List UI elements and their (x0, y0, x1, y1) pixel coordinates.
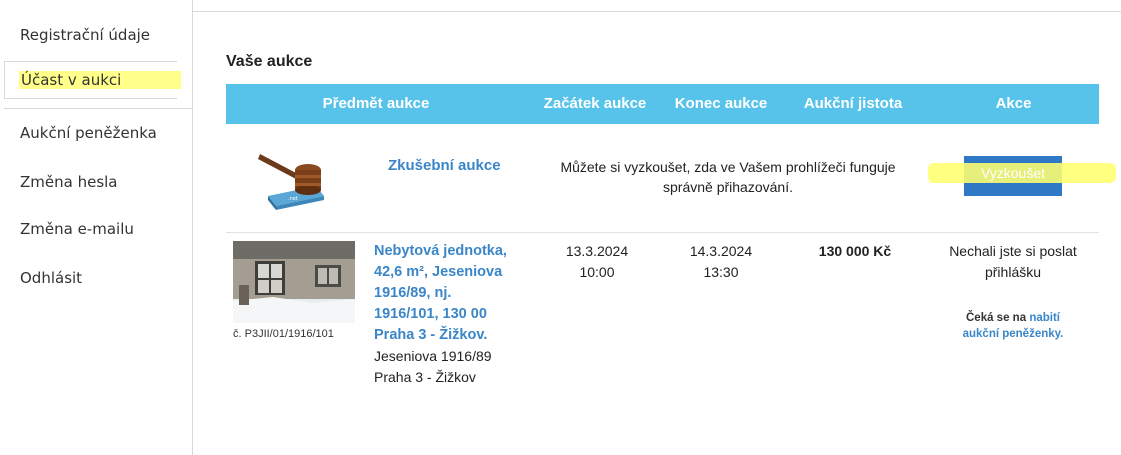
status-line: Nechali jste si poslat (949, 243, 1077, 259)
title-line[interactable]: Praha 3 - Žižkov. (374, 325, 524, 346)
wallet-link[interactable]: nabití (1029, 312, 1060, 324)
address-line: Praha 3 - Žižkov (374, 369, 476, 385)
title-line[interactable]: Nebytová jednotka, (374, 241, 524, 262)
auction-title-link[interactable]: Nebytová jednotka, 42,6 m², Jeseniova 19… (374, 241, 524, 346)
title-line[interactable]: 1916/101, 130 00 (374, 304, 524, 325)
deposit-value: 130 000 Kč (818, 243, 892, 259)
try-button-label[interactable]: Vyzkoušet (964, 163, 1062, 183)
wait-prefix: Čeká se na (966, 312, 1027, 324)
start-cell: 13.3.2024 10:00 (533, 241, 661, 283)
wallet-link[interactable]: aukční peněženky. (963, 328, 1064, 340)
column-header-start: Začátek aukce (543, 95, 647, 112)
divider (193, 11, 1121, 12)
gavel-icon: .net (258, 148, 330, 210)
sidebar-item-change-email[interactable]: Změna e-mailu (20, 220, 134, 238)
column-header-deposit: Aukční jistota (803, 95, 903, 112)
description-line: správně přihazování. (663, 179, 793, 195)
auction-info: Nebytová jednotka, 42,6 m², Jeseniova 19… (374, 241, 524, 388)
sidebar-item-registration[interactable]: Registrační údaje (20, 26, 150, 44)
column-header-action: Akce (995, 95, 1032, 112)
address-line: Jeseniova 1916/89 (374, 348, 492, 364)
status-text: Nechali jste si poslat přihlášku (928, 241, 1098, 283)
page-title: Vaše aukce (226, 53, 313, 70)
title-line[interactable]: 42,6 m², Jeseniova (374, 262, 524, 283)
start-time: 10:00 (579, 264, 615, 280)
sidebar-item-label: Účast v aukci (19, 71, 181, 89)
test-auction-link[interactable]: Zkušební aukce (388, 157, 501, 174)
sidebar: Registrační údaje Účast v aukci Aukční p… (0, 0, 193, 455)
description-line: Můžete si vyzkoušet, zda ve Vašem prohlí… (560, 159, 896, 175)
status-line: přihlášku (984, 264, 1042, 280)
sidebar-item-auction-participation[interactable]: Účast v aukci (4, 61, 181, 99)
sidebar-item-wallet[interactable]: Aukční peněženka (20, 124, 157, 142)
divider (226, 232, 1099, 233)
title-line[interactable]: 1916/89, nj. (374, 283, 524, 304)
column-header-end: Konec aukce (674, 95, 768, 112)
start-date: 13.3.2024 (565, 243, 629, 259)
property-id: č. P3JII/01/1916/101 (233, 328, 334, 340)
sidebar-item-change-password[interactable]: Změna hesla (20, 173, 118, 191)
property-photo[interactable] (233, 241, 355, 323)
test-auction-description: Můžete si vyzkoušet, zda ve Vašem prohlí… (528, 157, 928, 197)
column-header-subject: Předmět aukce (322, 95, 430, 112)
sidebar-item-logout[interactable]: Odhlásit (20, 269, 82, 287)
wait-notice: Čeká se na nabití aukční peněženky. (928, 310, 1098, 342)
table-header: Předmět aukce Začátek aukce Konec aukce … (226, 84, 1099, 124)
svg-text:.net: .net (288, 196, 298, 202)
divider (4, 108, 192, 109)
end-cell: 14.3.2024 13:30 (659, 241, 783, 283)
end-time: 13:30 (703, 264, 739, 280)
end-date: 14.3.2024 (689, 243, 753, 259)
